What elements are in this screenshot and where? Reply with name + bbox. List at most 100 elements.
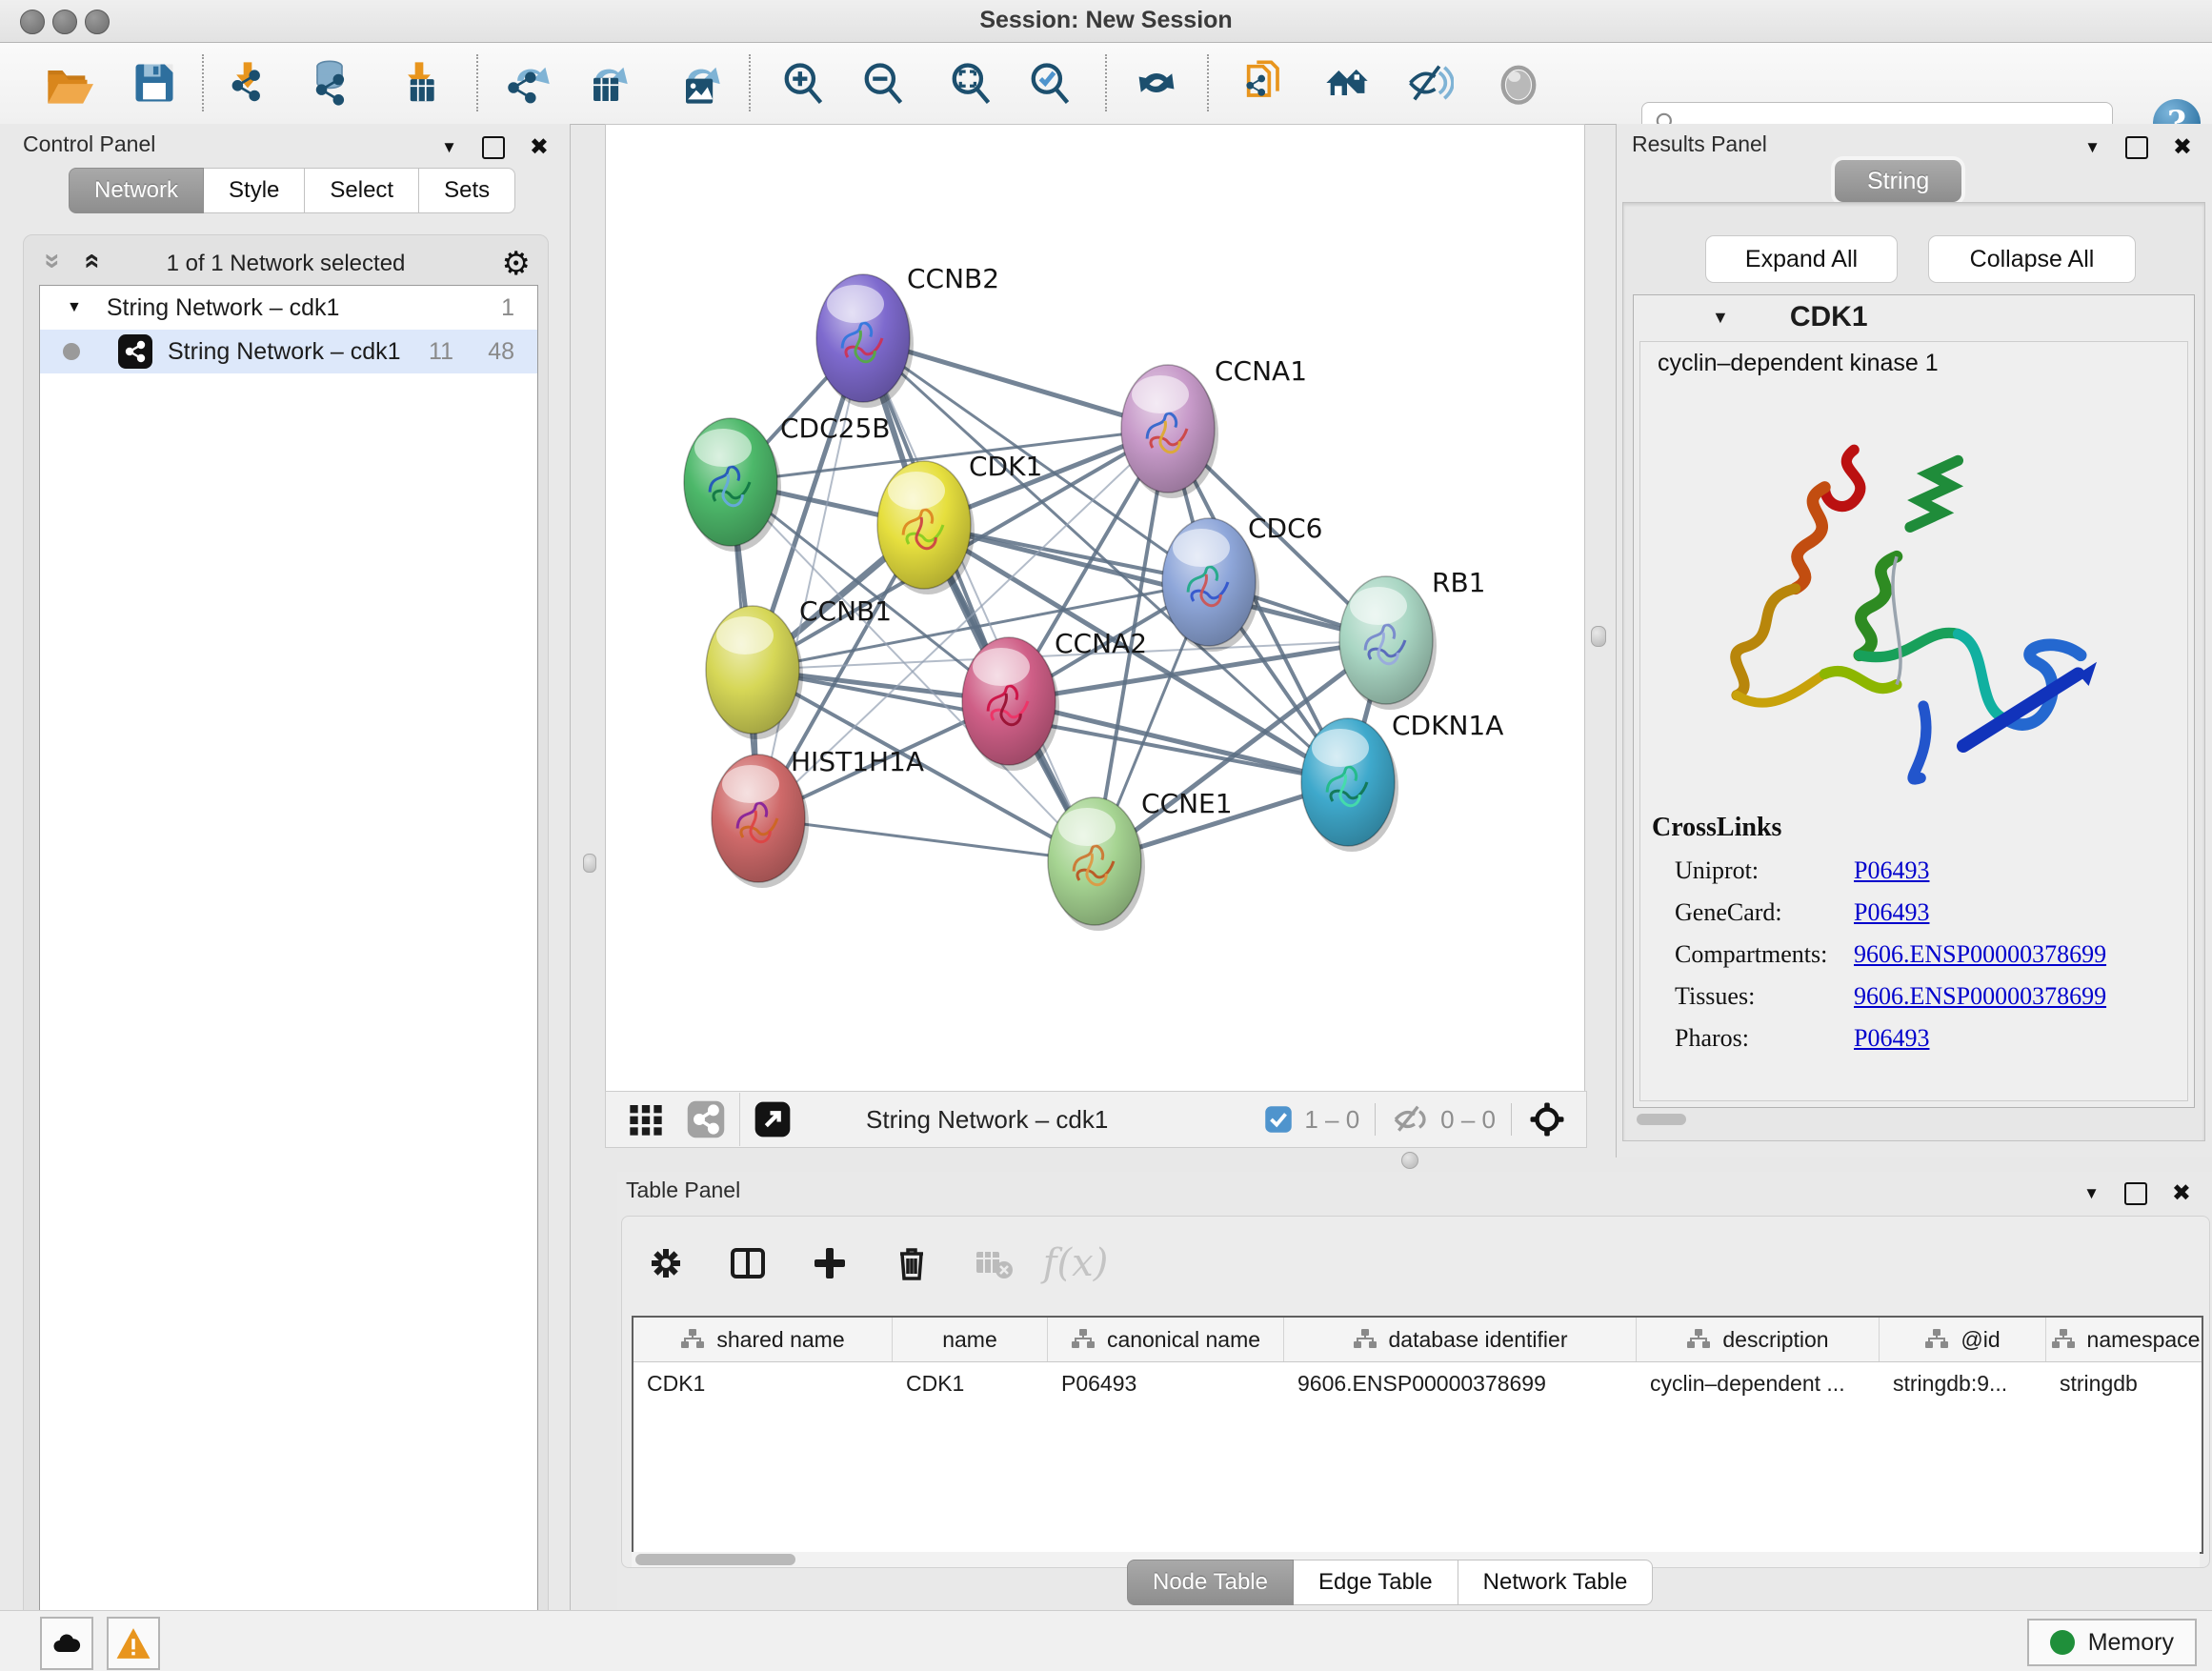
export-table-icon[interactable] (579, 56, 633, 110)
crosslink-link[interactable]: P06493 (1854, 898, 1929, 927)
column-header-name[interactable]: name (893, 1318, 1048, 1361)
node-CCNA1[interactable]: CCNA1 (1121, 355, 1307, 498)
grid-view-icon[interactable] (627, 1100, 665, 1138)
import-network-database-icon[interactable] (303, 56, 356, 110)
panel-menu-icon[interactable]: ▼ (441, 138, 457, 157)
table-cell[interactable]: CDK1 (633, 1362, 893, 1404)
column-header-description[interactable]: description (1637, 1318, 1880, 1361)
crosslink-link[interactable]: 9606.ENSP00000378699 (1854, 982, 2106, 1011)
crosslink-row: Pharos: P06493 (1652, 1024, 2106, 1053)
collapse-gene-icon[interactable]: ▼ (1712, 308, 1729, 328)
network-share-view-icon[interactable] (686, 1099, 726, 1139)
table-settings-icon[interactable] (641, 1238, 691, 1288)
export-network-icon[interactable] (501, 56, 554, 110)
refresh-layout-icon[interactable] (1130, 56, 1183, 110)
crosslink-link[interactable]: 9606.ENSP00000378699 (1854, 940, 2106, 969)
network-options-gear-icon[interactable]: ⚙ (502, 245, 531, 283)
collapse-all-button[interactable]: Collapse All (1928, 235, 2136, 283)
import-table-icon[interactable] (392, 56, 446, 110)
close-panel-icon[interactable]: ✖ (2172, 1179, 2191, 1207)
hide-details-icon[interactable] (1402, 56, 1456, 110)
network-view-canvas[interactable]: CCNB2CCNA1CDC25BCDK1CDC6RB1CCNB1CCNA2CDK… (605, 124, 1585, 1092)
network-row-selected[interactable]: String Network – cdk1 11 48 (40, 330, 537, 373)
close-panel-icon[interactable]: ✖ (2173, 133, 2192, 161)
save-session-icon[interactable] (128, 56, 181, 110)
float-panel-icon[interactable] (2125, 136, 2148, 159)
table-cell[interactable]: CDK1 (893, 1362, 1048, 1404)
tab-style[interactable]: Style (204, 168, 305, 213)
edge-CCNB2-CCNE1[interactable] (863, 338, 1095, 861)
table-cell[interactable]: stringdb:9... (1880, 1362, 2046, 1404)
node-CCNE1[interactable]: CCNE1 (1048, 788, 1233, 931)
open-session-icon[interactable] (42, 56, 95, 110)
collection-expand-icon[interactable]: ▼ (67, 299, 82, 316)
tab-network-table[interactable]: Network Table (1458, 1560, 1654, 1605)
vertical-splitter-handle[interactable] (1591, 626, 1606, 647)
tab-sets[interactable]: Sets (419, 168, 515, 213)
selected-checkbox[interactable] (1264, 1105, 1293, 1134)
show-columns-icon[interactable] (723, 1238, 773, 1288)
import-network-file-icon[interactable] (221, 56, 274, 110)
tab-string[interactable]: String (1835, 160, 1961, 202)
column-header-canonical-name[interactable]: canonical name (1048, 1318, 1284, 1361)
zoom-in-icon[interactable] (775, 56, 829, 110)
gene-card-header[interactable]: ▼ CDK1 (1634, 295, 2194, 339)
table-scrollbar-thumb[interactable] (635, 1554, 795, 1565)
crosslink-link[interactable]: P06493 (1854, 1024, 1929, 1053)
network-collection-row[interactable]: ▼ String Network – cdk1 1 (40, 286, 537, 330)
float-panel-icon[interactable] (2124, 1182, 2147, 1205)
zoom-out-icon[interactable] (855, 56, 909, 110)
panel-menu-icon[interactable]: ▼ (2083, 1184, 2100, 1203)
warnings-button[interactable] (107, 1617, 160, 1670)
birdseye-navigate-icon[interactable] (1527, 1099, 1567, 1139)
table-cell[interactable]: cyclin–dependent ... (1637, 1362, 1880, 1404)
tab-network[interactable]: Network (69, 168, 204, 213)
delete-column-icon[interactable] (887, 1238, 936, 1288)
node-CDC25B[interactable]: CDC25B (684, 413, 891, 552)
node-CCNB2[interactable]: CCNB2 (816, 263, 999, 408)
node-table[interactable]: shared namenamecanonical namedatabase id… (632, 1316, 2203, 1554)
table-row[interactable]: CDK1CDK1P064939606.ENSP00000378699cyclin… (633, 1362, 2202, 1404)
column-header-namespace[interactable]: namespace (2046, 1318, 2203, 1361)
crosslink-row: Compartments: 9606.ENSP00000378699 (1652, 940, 2106, 969)
add-column-icon[interactable] (805, 1238, 855, 1288)
home-icon[interactable] (1320, 56, 1374, 110)
tab-edge-table[interactable]: Edge Table (1294, 1560, 1458, 1605)
document-share-icon[interactable] (1238, 56, 1292, 110)
window-title: Session: New Session (0, 7, 2212, 34)
panel-menu-icon[interactable]: ▼ (2084, 138, 2101, 157)
detach-view-icon[interactable] (754, 1100, 792, 1138)
table-cell[interactable]: stringdb (2046, 1362, 2203, 1404)
cloud-status-button[interactable] (40, 1617, 93, 1670)
close-panel-icon[interactable]: ✖ (530, 133, 549, 161)
zoom-fit-icon[interactable] (943, 56, 996, 110)
warning-icon (115, 1625, 151, 1661)
network-node-count: 11 (429, 338, 453, 366)
node-RB1[interactable]: RB1 (1339, 567, 1485, 710)
memory-button[interactable]: Memory (2027, 1619, 2197, 1666)
export-image-icon[interactable] (672, 56, 725, 110)
node-CDC6[interactable]: CDC6 (1162, 513, 1322, 652)
table-cell[interactable]: P06493 (1048, 1362, 1284, 1404)
left-splitter-handle[interactable] (583, 854, 596, 873)
birdseye-icon[interactable] (1492, 56, 1545, 110)
node-CDKN1A[interactable]: CDKN1A (1301, 710, 1503, 852)
edge-CCNA2-CDKN1A[interactable] (1009, 701, 1348, 782)
table-cell[interactable]: 9606.ENSP00000378699 (1284, 1362, 1637, 1404)
node-CCNA2[interactable]: CCNA2 (962, 628, 1147, 771)
column-header-database-identifier[interactable]: database identifier (1284, 1318, 1637, 1361)
network-status-dot (63, 343, 80, 360)
node-label-CDKN1A: CDKN1A (1392, 710, 1503, 741)
float-panel-icon[interactable] (482, 136, 505, 159)
node-HIST1H1A[interactable]: HIST1H1A (712, 746, 924, 888)
tab-select[interactable]: Select (305, 168, 419, 213)
crosslink-link[interactable]: P06493 (1854, 856, 1929, 885)
column-header-@id[interactable]: @id (1880, 1318, 2046, 1361)
node-label-CCNA1: CCNA1 (1215, 355, 1307, 387)
results-scrollbar-thumb[interactable] (1637, 1114, 1686, 1125)
zoom-selected-icon[interactable] (1022, 56, 1076, 110)
horizontal-splitter-handle[interactable] (1401, 1152, 1418, 1169)
expand-all-button[interactable]: Expand All (1705, 235, 1898, 283)
column-header-shared-name[interactable]: shared name (633, 1318, 893, 1361)
tab-node-table[interactable]: Node Table (1127, 1560, 1294, 1605)
